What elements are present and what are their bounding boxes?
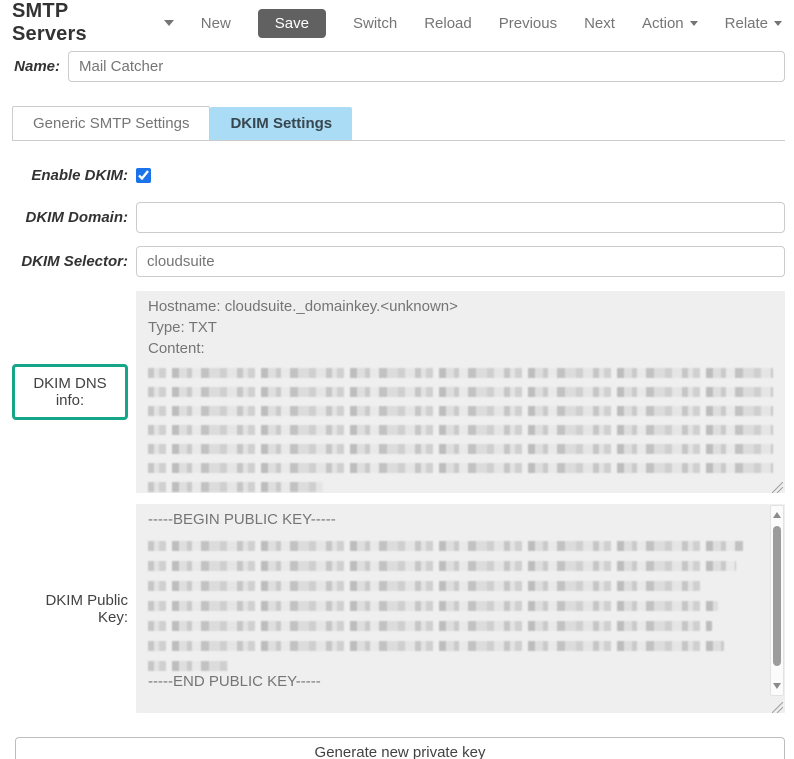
begin-public-key-line: -----BEGIN PUBLIC KEY----- [148, 509, 761, 531]
enable-dkim-label: Enable DKIM: [12, 167, 128, 184]
name-input[interactable] [68, 51, 785, 82]
redacted-text-line [148, 482, 323, 492]
toolbar: SMTP Servers New Save Switch Reload Prev… [0, 0, 794, 38]
tab-dkim-settings[interactable]: DKIM Settings [210, 107, 352, 140]
relate-menu-label: Relate [725, 15, 768, 32]
new-button[interactable]: New [201, 15, 231, 32]
redacted-text-line [148, 463, 773, 473]
redacted-text-line [148, 406, 773, 416]
dkim-domain-row: DKIM Domain: [12, 202, 785, 233]
tab-generic-smtp-settings[interactable]: Generic SMTP Settings [12, 106, 210, 140]
name-label: Name: [12, 58, 60, 75]
redacted-text-line [148, 425, 773, 435]
dkim-dns-info-label: DKIM DNS info: [33, 375, 106, 409]
next-button[interactable]: Next [584, 15, 615, 32]
redacted-text-line [148, 621, 712, 631]
redacted-text-line [148, 641, 724, 651]
previous-button[interactable]: Previous [499, 15, 557, 32]
action-menu[interactable]: Action [642, 15, 698, 32]
chevron-down-icon [690, 21, 698, 26]
redacted-dns-content [148, 368, 773, 492]
dkim-domain-input[interactable] [136, 202, 785, 233]
redacted-text-line [148, 581, 700, 591]
smtp-server-edit-view: SMTP Servers New Save Switch Reload Prev… [0, 0, 794, 759]
dkim-selector-input[interactable] [136, 246, 785, 277]
enable-dkim-row: Enable DKIM: [12, 167, 785, 184]
dns-hostname-line: Hostname: cloudsuite._domainkey.<unknown… [148, 296, 773, 317]
dkim-public-key-row: DKIM Public Key: -----BEGIN PUBLIC KEY--… [12, 504, 785, 713]
scrollbar-thumb[interactable] [773, 526, 781, 666]
redacted-text-line [148, 387, 773, 397]
redacted-text-line [148, 661, 228, 671]
dkim-dns-info-textarea[interactable]: Hostname: cloudsuite._domainkey.<unknown… [136, 291, 785, 493]
tab-bar: Generic SMTP Settings DKIM Settings [12, 106, 785, 141]
scroll-down-icon[interactable] [773, 683, 781, 689]
scroll-up-icon[interactable] [773, 512, 781, 518]
vertical-scrollbar[interactable] [770, 505, 784, 696]
module-selector[interactable]: SMTP Servers [12, 0, 174, 46]
dns-content-line: Content: [148, 338, 773, 359]
generate-private-key-button[interactable]: Generate new private key [15, 737, 785, 759]
switch-button[interactable]: Switch [353, 15, 397, 32]
redacted-text-line [148, 561, 736, 571]
reload-button[interactable]: Reload [424, 15, 472, 32]
dkim-domain-label: DKIM Domain: [12, 209, 128, 226]
resize-handle-icon[interactable] [772, 480, 783, 491]
dkim-public-key-label: DKIM Public Key: [12, 592, 128, 626]
redacted-text-line [148, 444, 773, 454]
redacted-text-line [148, 368, 773, 378]
dkim-public-key-textarea[interactable]: -----BEGIN PUBLIC KEY----- -----END PUBL… [136, 504, 785, 713]
name-field-row: Name: [12, 51, 785, 82]
dkim-dns-info-row: DKIM DNS info: Hostname: cloudsuite._dom… [12, 291, 785, 493]
relate-menu[interactable]: Relate [725, 15, 782, 32]
dkim-dns-info-highlight-box: DKIM DNS info: [12, 364, 128, 420]
redacted-text-line [148, 541, 743, 551]
chevron-down-icon [774, 21, 782, 26]
redacted-text-line [148, 601, 718, 611]
redacted-public-key-content [148, 541, 761, 671]
dkim-settings-panel: Enable DKIM: DKIM Domain: DKIM Selector:… [12, 167, 785, 713]
page-title: SMTP Servers [12, 0, 140, 46]
chevron-down-icon [164, 20, 174, 26]
dkim-selector-row: DKIM Selector: [12, 246, 785, 277]
save-button[interactable]: Save [258, 9, 326, 38]
action-menu-label: Action [642, 15, 684, 32]
enable-dkim-checkbox[interactable] [136, 168, 151, 183]
dkim-selector-label: DKIM Selector: [12, 253, 128, 270]
end-public-key-line: -----END PUBLIC KEY----- [148, 671, 761, 693]
resize-handle-icon[interactable] [772, 700, 783, 711]
dns-type-line: Type: TXT [148, 317, 773, 338]
